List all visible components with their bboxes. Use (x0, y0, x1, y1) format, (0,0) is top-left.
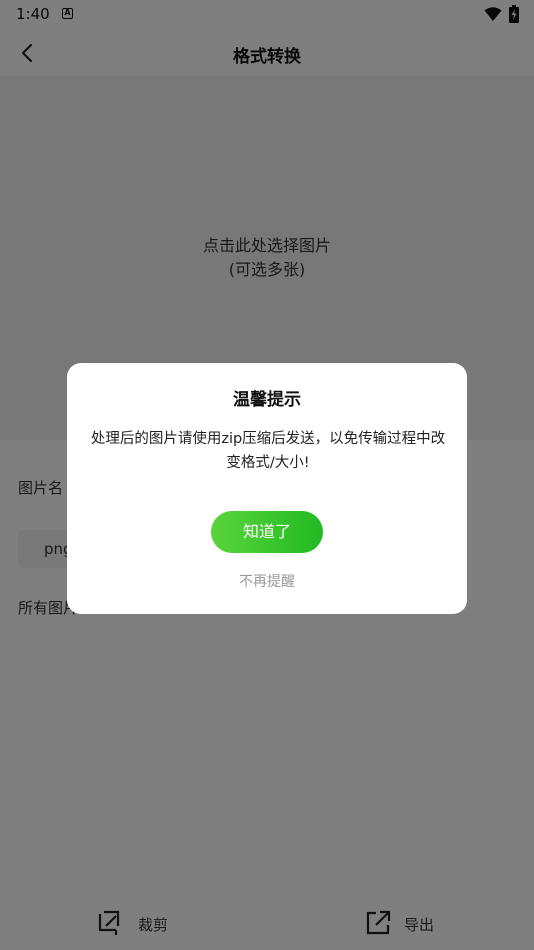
got-it-button[interactable]: 知道了 (211, 511, 323, 553)
dialog-title: 温馨提示 (233, 390, 301, 410)
dont-remind-link[interactable]: 不再提醒 (67, 571, 467, 591)
tip-dialog: 温馨提示 处理后的图片请使用zip压缩后发送，以免传输过程中改变格式/大小! 知… (67, 363, 467, 614)
dialog-message: 处理后的图片请使用zip压缩后发送，以免传输过程中改变格式/大小! (90, 431, 446, 471)
